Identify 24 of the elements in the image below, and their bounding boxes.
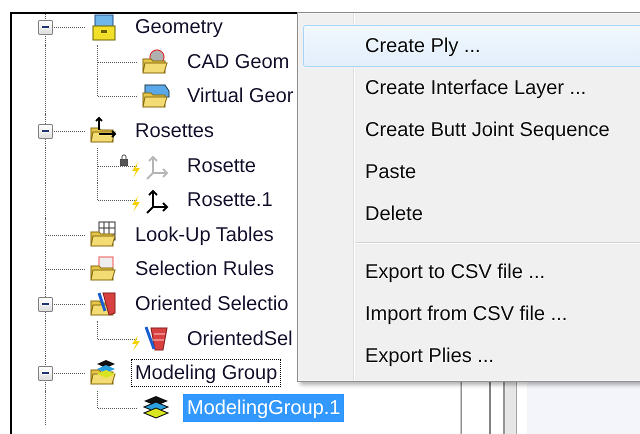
tree-item[interactable]: CAD Geom (183, 48, 294, 76)
tree-item[interactable]: Selection Rules (131, 255, 278, 284)
tree-item[interactable]: Rosette (183, 152, 260, 180)
menu-item[interactable]: Paste (303, 151, 640, 193)
lock-icon (119, 154, 129, 166)
menu-item[interactable]: Delete (303, 193, 640, 235)
tree-item[interactable]: OrientedSel (183, 324, 297, 353)
menu-item[interactable]: Create Interface Layer ... (303, 67, 640, 109)
tree-item[interactable]: Rosettes (131, 117, 218, 146)
menu-item[interactable]: Create Ply ... (303, 25, 640, 67)
collapse-button[interactable] (38, 20, 53, 35)
menu-item[interactable]: Export to CSV file ... (303, 251, 640, 293)
tree-item[interactable]: Oriented Selectio (131, 290, 292, 318)
tree-item[interactable]: Geometry (131, 14, 227, 42)
menu-item[interactable]: Export Plies ... (303, 335, 640, 377)
tree-item[interactable]: Virtual Geor (183, 82, 298, 110)
tree-item[interactable]: Look-Up Tables (131, 220, 278, 249)
menu-item[interactable]: Import from CSV file ... (303, 293, 640, 335)
tree-item[interactable]: Rosette.1 (183, 186, 277, 214)
menu-item[interactable]: Create Butt Joint Sequence (303, 109, 640, 151)
collapse-button[interactable] (38, 366, 53, 381)
collapse-button[interactable] (38, 124, 53, 139)
collapse-button[interactable] (38, 296, 53, 312)
tree-item[interactable]: Modeling Group (131, 359, 282, 388)
